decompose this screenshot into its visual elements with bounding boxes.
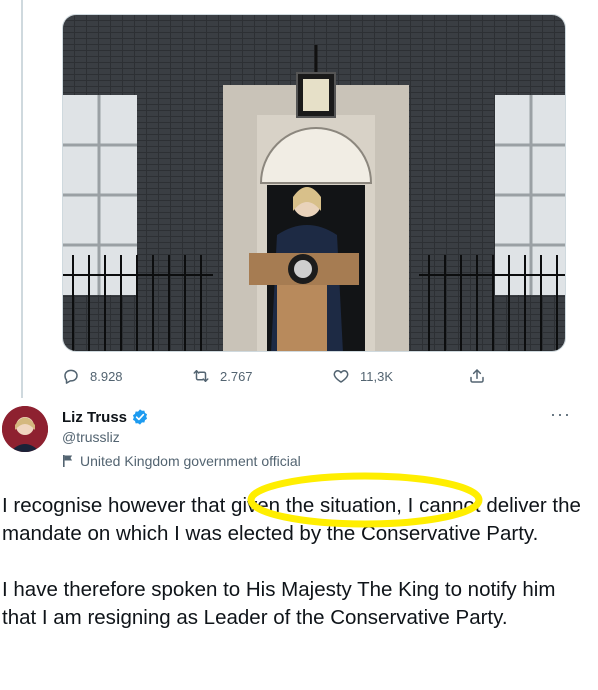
heart-icon [333, 370, 349, 383]
tweet-actions: 8.928 2.767 11,3K [62, 362, 502, 390]
like-button[interactable]: 11,3K [332, 367, 393, 385]
tweet-text: I recognise however that given the situa… [2, 492, 592, 660]
verified-badge-icon [132, 409, 148, 425]
retweet-count: 2.767 [220, 368, 253, 384]
government-label[interactable]: United Kingdom government official [62, 453, 301, 469]
reply-button[interactable]: 8.928 [62, 367, 123, 385]
reply-count: 8.928 [90, 368, 123, 384]
like-count: 11,3K [360, 368, 394, 384]
share-button[interactable] [468, 367, 486, 385]
government-label-text: United Kingdom government official [80, 453, 301, 469]
author-name-row: Liz Truss [62, 408, 149, 426]
retweet-icon [193, 370, 209, 382]
more-icon[interactable]: ··· [550, 404, 571, 425]
author-handle[interactable]: @trussliz [62, 429, 120, 445]
flag-icon [63, 455, 73, 467]
avatar[interactable] [2, 406, 48, 452]
share-icon [470, 369, 484, 383]
retweet-button[interactable]: 2.767 [192, 367, 253, 385]
reply-icon [64, 369, 78, 384]
tweet-photo[interactable] [62, 14, 566, 352]
author-name[interactable]: Liz Truss [62, 409, 127, 426]
tweet-paragraph-2: I have therefore spoken to His Majesty T… [2, 578, 556, 629]
tweet-paragraph-1: I recognise however that given the situa… [2, 494, 581, 545]
thread-connector [21, 0, 23, 398]
